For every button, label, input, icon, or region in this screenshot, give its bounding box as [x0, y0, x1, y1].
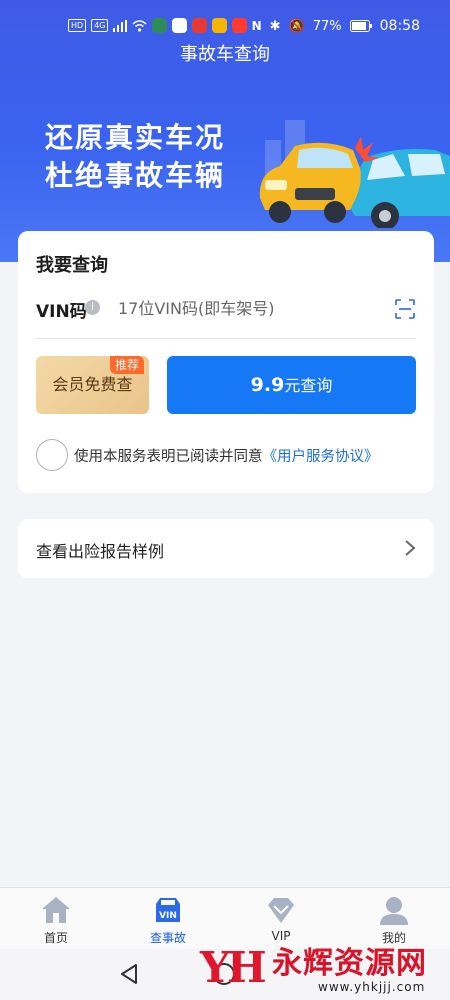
vin-input[interactable]	[118, 295, 378, 321]
tab-profile-label: 我的	[381, 931, 406, 945]
app-notification-icon	[232, 18, 248, 33]
watermark-url: www.yhkjjj.com	[318, 980, 426, 994]
tab-home-label: 首页	[43, 931, 68, 945]
hero-banner: HD 4G N ✱ 🔕 77% 08:58 事故车查询 还原真实车况 杜绝事故车…	[0, 0, 450, 262]
tab-home[interactable]: 首页	[11, 888, 101, 950]
sample-report-label: 查看出险报告样例	[36, 542, 165, 561]
signal-icon	[113, 19, 128, 32]
wifi-icon	[132, 19, 147, 32]
chevron-right-icon	[405, 540, 416, 556]
tab-vip-label: VIP	[271, 929, 291, 943]
bottom-tab-bar: 首页 VIN 查事故 VIP 我的	[0, 887, 450, 949]
watermark-text: 永辉资源网	[272, 946, 427, 981]
home-icon	[42, 897, 70, 923]
car-crash-illustration	[259, 136, 450, 228]
paid-query-button[interactable]: 9.9元查询	[167, 356, 416, 414]
vin-label: VIN码	[36, 302, 87, 322]
query-price-suffix: 元查询	[284, 376, 333, 395]
clock-time: 08:58	[379, 18, 420, 34]
profile-icon	[380, 897, 408, 925]
watermark-logo: YH	[200, 943, 267, 992]
page-title: 事故车查询	[180, 44, 270, 65]
bluetooth-icon: ✱	[269, 18, 281, 34]
tab-vip[interactable]: VIP	[236, 888, 326, 950]
tab-accident-query[interactable]: VIN 查事故	[123, 888, 213, 950]
status-bar: HD 4G N ✱ 🔕 77% 08:58	[0, 16, 450, 42]
agreement-checkbox[interactable]	[36, 439, 68, 471]
nfc-icon: N	[251, 19, 262, 33]
query-price: 9.9	[250, 374, 285, 396]
user-agreement-link[interactable]: 《用户服务协议》	[263, 449, 379, 465]
network-type-indicator: 4G	[91, 19, 109, 32]
agreement-text: 使用本服务表明已阅读并同意《用户服务协议》	[74, 445, 379, 466]
query-card-title: 我要查询	[36, 255, 108, 276]
app-notification-icon	[152, 18, 168, 33]
hd-indicator: HD	[68, 19, 87, 32]
back-icon[interactable]	[118, 963, 140, 985]
vin-car-icon: VIN	[156, 898, 180, 922]
battery-percent: 77%	[312, 18, 342, 34]
battery-icon	[349, 20, 372, 32]
query-card: 我要查询 VIN码 i 会员免费查 推荐 9.9元查询 使用本服务表明已阅读并同…	[18, 231, 434, 493]
divider	[36, 338, 416, 339]
app-notification-icon	[192, 18, 208, 33]
recommend-badge: 推荐	[110, 356, 145, 374]
hero-slogan-line-2: 杜绝事故车辆	[45, 159, 226, 192]
hero-slogan-line-1: 还原真实车况	[45, 121, 226, 154]
mute-icon: 🔕	[288, 18, 305, 34]
svg-text:VIN: VIN	[159, 911, 177, 921]
scan-icon[interactable]	[395, 299, 415, 319]
app-notification-icon	[172, 18, 188, 33]
info-icon[interactable]: i	[85, 300, 100, 315]
app-notification-icon	[212, 18, 228, 33]
agreement-statement: 使用本服务表明已阅读并同意	[74, 449, 263, 465]
vip-diamond-icon	[268, 898, 294, 923]
tab-profile[interactable]: 我的	[349, 888, 439, 950]
sample-report-row[interactable]: 查看出险报告样例	[18, 519, 434, 578]
